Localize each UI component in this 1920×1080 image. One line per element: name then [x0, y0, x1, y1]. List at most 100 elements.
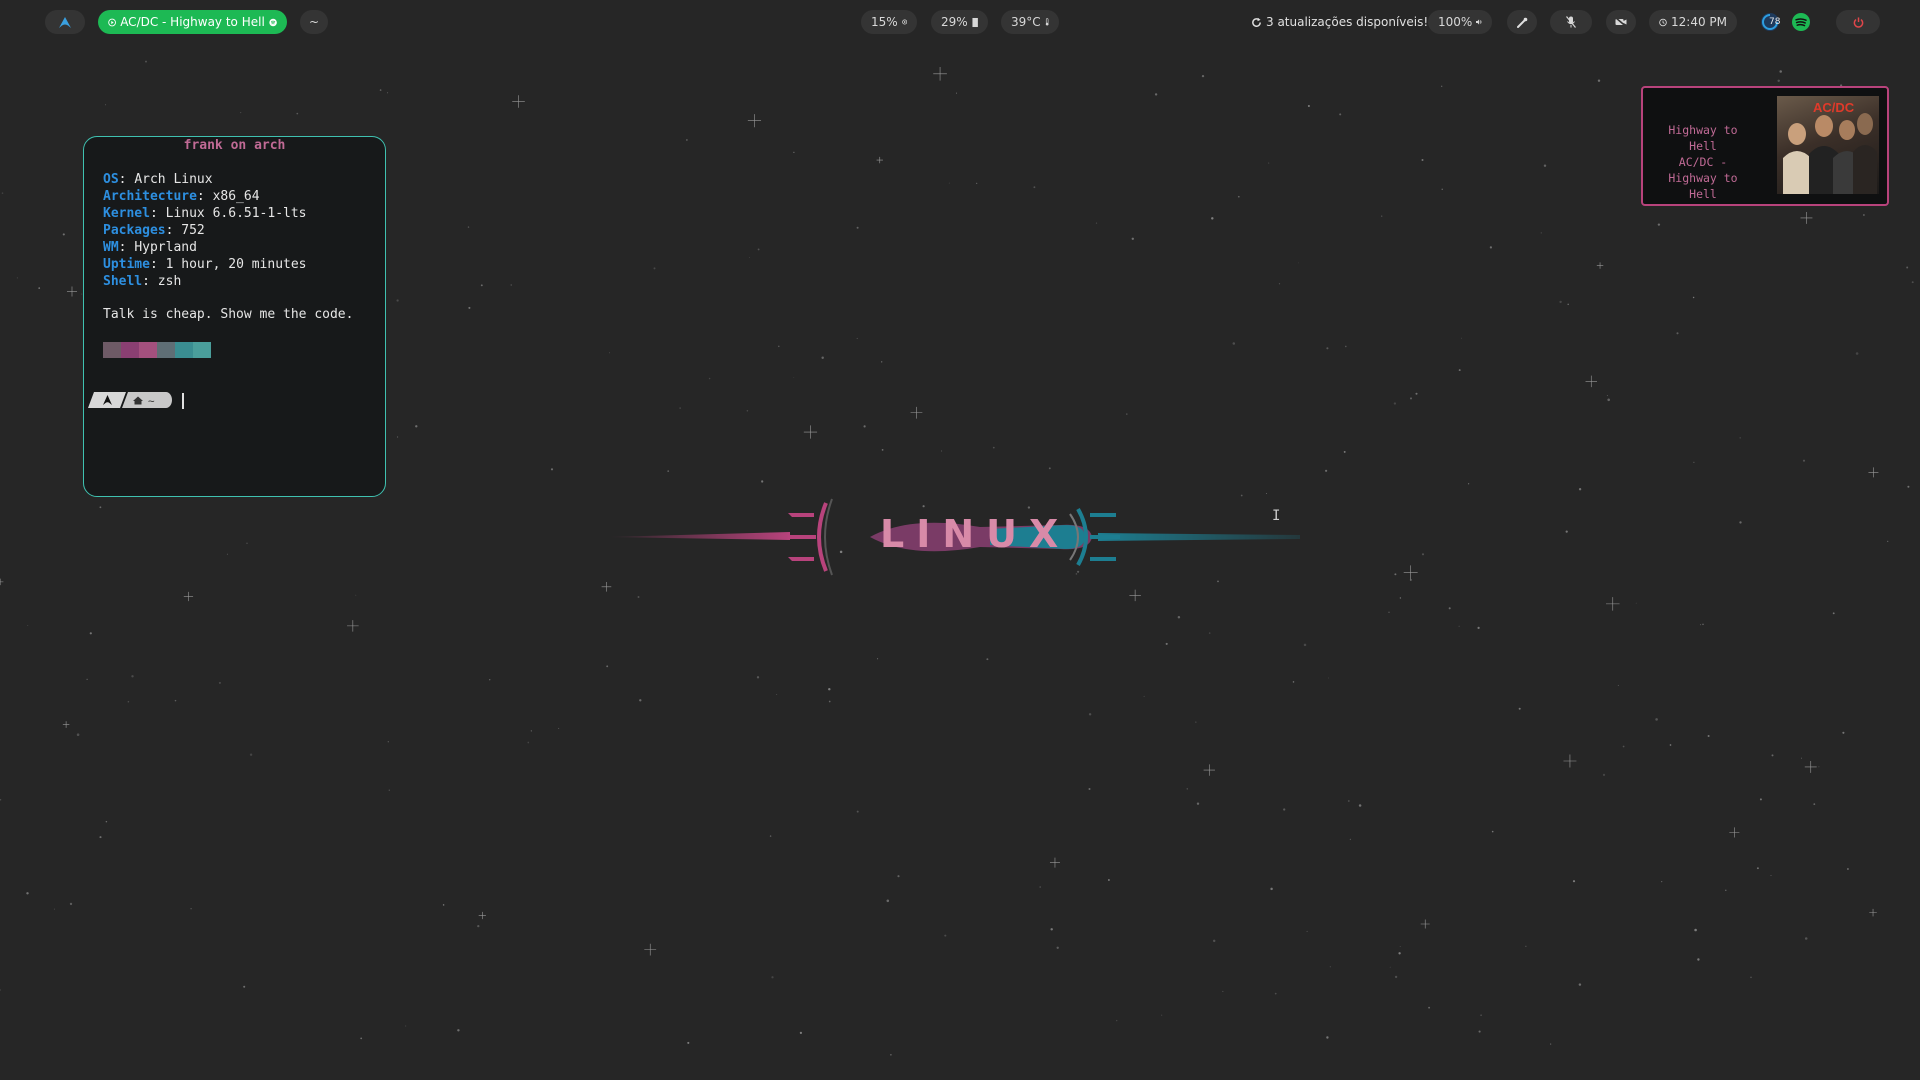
star — [1107, 879, 1110, 881]
star — [1887, 540, 1889, 543]
star — [1161, 1014, 1163, 1016]
star — [799, 1031, 803, 1035]
info-value: Linux 6.6.51-1-lts — [165, 206, 307, 221]
star-sparkle — [1800, 211, 1813, 224]
workspace-button[interactable]: ~ — [300, 10, 328, 34]
cpu-widget[interactable]: 15% — [861, 10, 917, 34]
star — [1268, 162, 1270, 164]
star — [1750, 976, 1752, 979]
temperature-widget[interactable]: 39°C — [1001, 10, 1059, 34]
star — [1707, 734, 1710, 738]
star — [1389, 966, 1391, 968]
memory-widget[interactable]: 29% — [931, 10, 988, 34]
star — [828, 687, 831, 691]
star — [748, 257, 750, 258]
tray-spotify[interactable] — [1792, 13, 1810, 31]
info-value: 752 — [181, 223, 205, 238]
palette-swatch — [193, 342, 211, 358]
star — [1832, 612, 1835, 615]
star — [828, 700, 831, 703]
terminal-quote: Talk is cheap. Show me the code. — [103, 307, 354, 322]
star-sparkle — [183, 591, 194, 602]
camera-toggle[interactable] — [1606, 10, 1636, 34]
star — [1399, 597, 1402, 599]
star — [0, 799, 2, 801]
star — [53, 908, 55, 910]
tray-app-icon[interactable]: 78 — [1761, 13, 1780, 31]
star — [757, 248, 760, 251]
star — [1126, 413, 1128, 415]
star — [99, 836, 102, 839]
star-sparkle — [62, 721, 70, 728]
star — [881, 361, 883, 363]
microphone-toggle[interactable] — [1550, 10, 1592, 34]
clock-widget[interactable]: 12:40 PM — [1649, 10, 1737, 34]
star — [550, 468, 554, 471]
star — [388, 789, 390, 791]
star — [1477, 626, 1480, 630]
star — [1415, 392, 1418, 395]
color-picker-button[interactable] — [1507, 10, 1537, 34]
star — [1131, 237, 1134, 240]
star — [131, 675, 134, 678]
star — [89, 632, 92, 635]
star-sparkle — [1563, 754, 1577, 768]
star — [1237, 195, 1240, 198]
star — [1050, 928, 1053, 931]
star — [1525, 945, 1527, 947]
power-button[interactable] — [1836, 10, 1880, 34]
star — [1116, 1019, 1118, 1022]
star — [1196, 802, 1200, 805]
prompt-dir: ~ — [148, 395, 155, 408]
star — [127, 700, 130, 703]
launcher-button[interactable] — [45, 10, 85, 34]
star — [1480, 1014, 1482, 1017]
star — [1802, 459, 1806, 462]
star — [246, 542, 248, 545]
star-sparkle — [803, 425, 818, 439]
star-sparkle — [1585, 375, 1597, 388]
star — [778, 345, 780, 348]
star — [1349, 838, 1352, 841]
star — [986, 658, 989, 661]
star — [1779, 70, 1782, 73]
star — [76, 733, 80, 736]
media-player-button[interactable]: AC/DC - Highway to Hell — [98, 10, 287, 34]
star — [761, 480, 764, 483]
info-key: OS — [103, 172, 119, 187]
volume-widget[interactable]: 100% — [1428, 10, 1492, 34]
now-playing-text: Highway to Hell AC/DC - Highway to Hell — [1653, 122, 1753, 202]
star-sparkle — [644, 943, 657, 956]
star — [1697, 958, 1700, 961]
text-cursor — [182, 393, 184, 409]
now-playing-widget[interactable]: Highway to Hell AC/DC - Highway to Hell … — [1641, 86, 1889, 206]
updates-indicator[interactable]: 3 atualizações disponíveis!!! — [1251, 10, 1438, 34]
star — [1813, 803, 1816, 805]
star — [105, 104, 107, 106]
star — [1550, 1043, 1552, 1045]
star — [1771, 754, 1774, 757]
star — [397, 436, 399, 438]
star — [1143, 695, 1145, 697]
star — [1694, 928, 1697, 932]
info-key: Packages — [103, 223, 166, 238]
updates-text: 3 atualizações disponíveis!!! — [1266, 15, 1438, 29]
star — [488, 678, 491, 681]
star — [948, 182, 950, 184]
star-sparkle — [1049, 857, 1060, 868]
info-key: Kernel — [103, 206, 150, 221]
star — [1907, 485, 1910, 488]
star — [1088, 788, 1091, 790]
star — [1154, 93, 1158, 96]
info-row-os: OS: Arch Linux — [103, 172, 213, 187]
star-sparkle — [1203, 764, 1215, 776]
star — [1283, 808, 1286, 811]
terminal-window[interactable]: frank on arch OS: Arch Linux Architectur… — [83, 136, 386, 497]
star — [1165, 642, 1168, 645]
star — [468, 306, 471, 309]
star — [944, 934, 947, 937]
star — [776, 694, 778, 695]
album-cover: AC/DC — [1777, 96, 1879, 194]
star — [249, 753, 253, 756]
star — [793, 151, 795, 153]
